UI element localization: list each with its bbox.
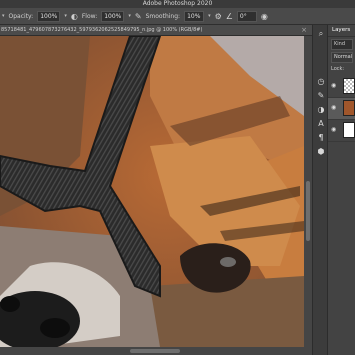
app-title-bar: Adobe Photoshop 2020 [0, 0, 355, 8]
close-icon[interactable]: × [301, 25, 307, 35]
layers-tab[interactable]: Layers [328, 25, 355, 37]
layer-thumbnail [343, 78, 355, 94]
smoothing-settings-gear-icon[interactable]: ⚙ [215, 12, 222, 21]
smoothing-label: Smoothing: [145, 12, 181, 20]
painting-image [0, 36, 304, 347]
flow-field[interactable]: 100% [101, 10, 125, 22]
blend-mode-select[interactable]: Normal [331, 52, 353, 63]
opacity-dropdown-icon[interactable]: ▾ [64, 13, 67, 19]
app-title: Adobe Photoshop 2020 [142, 0, 213, 7]
pressure-size-icon[interactable]: ◉ [261, 12, 268, 21]
vertical-scroll-thumb[interactable] [306, 181, 310, 241]
adjustments-icon[interactable]: ◑ [316, 105, 326, 114]
layer-thumbnail [343, 122, 355, 138]
smoothing-dropdown-icon[interactable]: ▾ [208, 13, 211, 19]
character-icon[interactable]: A [316, 119, 326, 128]
history-icon[interactable]: ◷ [316, 77, 326, 86]
vertical-scrollbar[interactable] [304, 36, 312, 347]
lock-label: Lock: [331, 66, 345, 72]
angle-field[interactable]: 0° [236, 10, 257, 22]
smoothing-field[interactable]: 10% [184, 10, 205, 22]
layer-filter-kind[interactable]: Kind [331, 39, 353, 50]
layer-row-white[interactable]: ◉ [328, 120, 355, 142]
angle-icon: ∠ [225, 11, 233, 21]
paragraph-icon[interactable]: ¶ [316, 133, 326, 142]
eye-icon[interactable]: ◉ [331, 82, 336, 89]
search-icon[interactable]: ⌕ [316, 29, 326, 39]
panel-icon-strip: ⌕ ◷ ✎ ◑ A ¶ ⬢ [312, 25, 328, 355]
layer-row-painting[interactable]: ◉ [328, 98, 355, 120]
options-bar: ▾ Opacity: 100% ▾ ◐ Flow: 100% ▾ ✎ Smoot… [0, 8, 355, 25]
document-canvas[interactable] [0, 36, 304, 347]
layer-row-transparent[interactable]: ◉ [328, 76, 355, 98]
eye-icon[interactable]: ◉ [331, 104, 336, 111]
layer-thumbnail [343, 100, 355, 116]
airbrush-icon[interactable]: ✎ [135, 12, 142, 21]
pressure-opacity-icon[interactable]: ◐ [71, 12, 78, 21]
opacity-field[interactable]: 100% [37, 10, 61, 22]
horizontal-scroll-thumb[interactable] [130, 349, 180, 353]
3d-cube-icon[interactable]: ⬢ [316, 147, 326, 156]
chevron-down-icon[interactable]: ▾ [2, 13, 5, 19]
layers-panel: Layers Kind Normal Lock: ◉ ◉ ◉ [327, 25, 355, 355]
document-tab-title: 85718481_479607873276432_597936206252584… [1, 27, 203, 33]
eye-icon[interactable]: ◉ [331, 126, 336, 133]
document-tab[interactable]: 85718481_479607873276432_597936206252584… [0, 25, 312, 36]
brush-settings-icon[interactable]: ✎ [316, 91, 326, 100]
horizontal-scrollbar[interactable] [0, 347, 312, 355]
flow-dropdown-icon[interactable]: ▾ [128, 13, 131, 19]
opacity-label: Opacity: [8, 12, 34, 20]
flow-label: Flow: [81, 12, 98, 20]
